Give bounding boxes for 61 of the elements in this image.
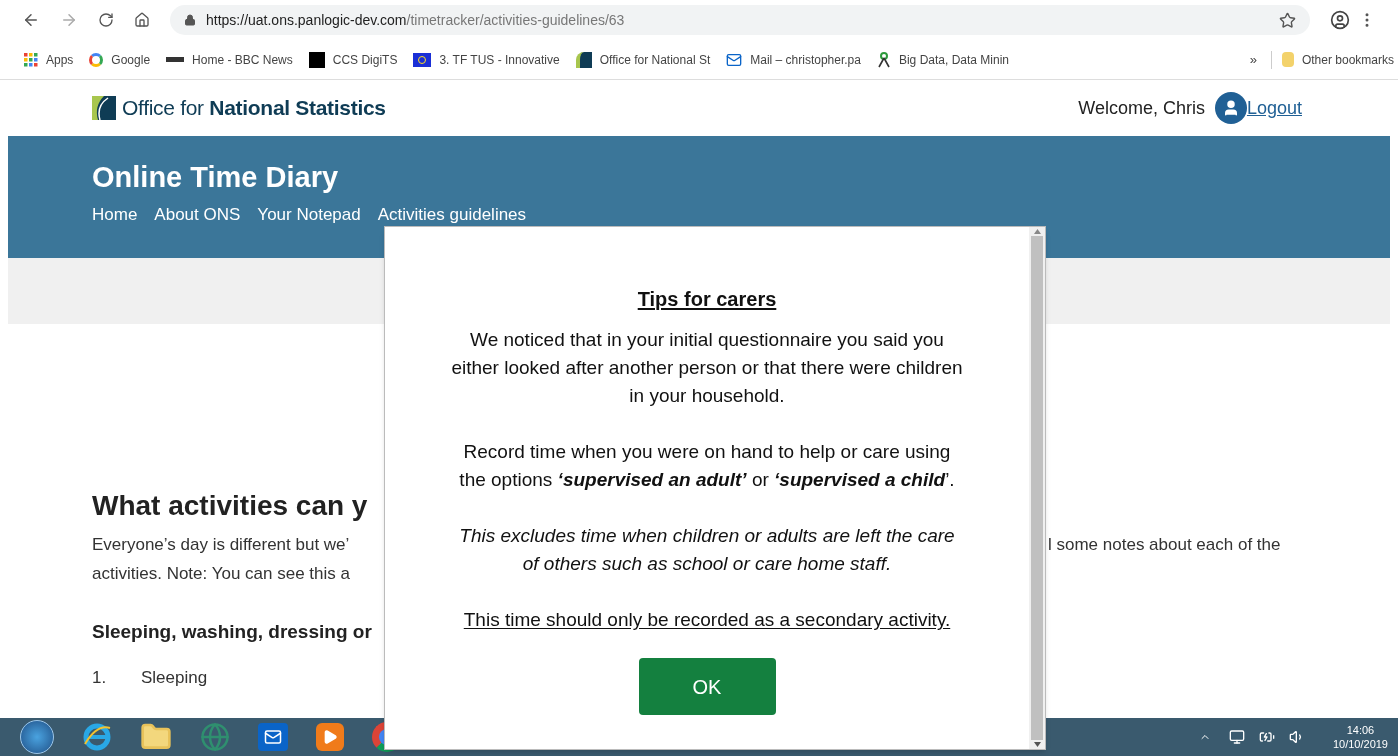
site-title: Online Time Diary [92,160,340,195]
folder-icon [1281,52,1294,67]
subheading: Sleeping, washing, dressing or [92,620,372,644]
bookmark-star-icon[interactable] [1279,11,1296,29]
square-logo-icon [308,51,325,68]
bookmark-item[interactable]: 3. TF TUS - Innovative [413,50,560,69]
bookmark-item[interactable]: Office for National St [575,50,711,69]
back-icon[interactable] [22,11,40,29]
bookmark-folder[interactable]: Other bookmarks [1281,50,1394,69]
blocks-icon [166,57,185,62]
clock[interactable]: 14:06 10/10/2019 [1332,723,1388,751]
profile-icon[interactable] [1330,10,1350,30]
ons-logo[interactable]: Office for National Statistics [92,92,386,124]
mail-app-icon[interactable] [258,723,288,751]
modal-paragraph: This time should only be recorded as a secondary activity. [463,608,951,632]
ok-button[interactable]: OK [638,658,776,715]
reload-icon[interactable] [98,12,114,28]
nav-link[interactable]: Activities guidelines [377,202,527,228]
ons-logo-icon [575,51,592,68]
bookmarks-overflow[interactable]: » [1249,49,1257,70]
bookmark-item[interactable]: Big Data, Data Minin [876,50,1009,69]
scrollbar[interactable] [1029,227,1045,749]
bookmark-item[interactable]: Home - BBC News [166,50,293,69]
modal-paragraph: We noticed that in your initial questionnaire you said you either looked after another person or that there were children in your household. [451,328,963,408]
section-heading: What activities can y [92,489,368,523]
user-avatar [1214,92,1247,124]
play-app-icon[interactable] [316,723,344,751]
modal-paragraph: This excludes time when children or adults are left the care of others such as school or care home staff. [458,524,956,576]
nav-link[interactable]: Home [92,202,138,228]
bookmark-item[interactable]: Mail – christopher.pa [726,50,861,69]
scroll-down-icon[interactable] [1033,742,1041,747]
list-number: 1. [92,666,108,689]
nav-link[interactable]: About ONS [154,202,241,228]
flag-icon [413,52,432,67]
address-bar[interactable]: https://uat.ons.panlogic-dev.com/timetracker/activities-guidelines/63 [170,5,1310,35]
google-g-icon [89,52,104,67]
network-icon[interactable] [1228,729,1245,745]
ons-logo-icon [92,96,116,120]
list-item-text: Sleeping [141,666,208,689]
apps-grid-icon [24,52,38,67]
logo-text: Office for National Statistics [122,95,386,122]
lock-icon [184,14,196,26]
browser-e-icon[interactable] [82,722,112,752]
start-orb-icon[interactable] [20,720,54,754]
home-icon[interactable] [134,12,150,28]
body-text: activities. Note: You can see this a [92,563,351,585]
power-icon[interactable] [1258,729,1275,745]
bookmark-item[interactable]: Apps [24,50,74,69]
bookmark-item[interactable]: Google [89,50,151,69]
url-text: https://uat.ons.panlogic-dev.com/timetracker/activities-guidelines/63 [206,10,625,30]
compass-icon [876,51,891,68]
modal-paragraph: Record time when you were on hand to help or care using the options ‘supervised an adult’ or ‘supervised a child’. [458,440,956,492]
bookmark-item[interactable]: CCS DigiTS [308,50,398,69]
nav-link[interactable]: Your Notepad [257,202,361,228]
modal-title: Tips for carers [637,287,777,312]
welcome-text: Welcome, Chris [1078,96,1205,120]
scroll-up-icon[interactable] [1033,229,1041,234]
body-text: l some notes about each of the [1048,534,1281,556]
body-text: Everyone’s day is different but we’ [92,534,351,556]
mail-icon [726,51,743,68]
logout-link[interactable]: Logout [1246,94,1302,122]
